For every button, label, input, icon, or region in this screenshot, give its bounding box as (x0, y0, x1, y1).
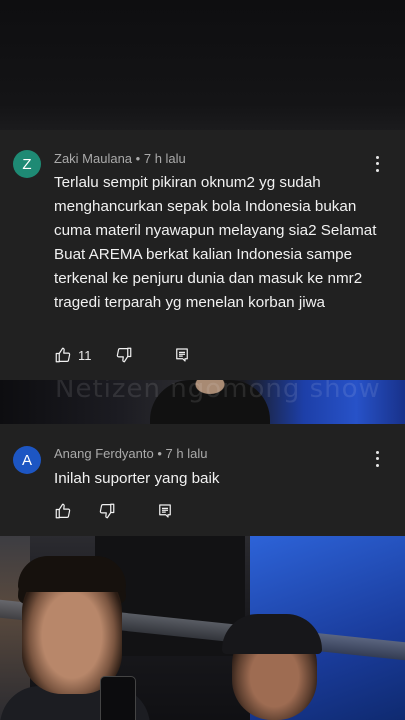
comment-card: A Anang Ferdyanto • 7 h lalu Inilah supo… (0, 424, 405, 536)
avatar-letter: Z (22, 155, 32, 173)
comment-card: Z Zaki Maulana • 7 h lalu Terlalu sempit… (0, 130, 405, 380)
comment-text: Terlalu sempit pikiran oknum2 yg sudah m… (54, 174, 377, 311)
like-count: 11 (78, 347, 92, 363)
comment-actions: 11 (54, 345, 191, 365)
video-background-bottom (0, 536, 405, 720)
comment-actions (54, 501, 174, 521)
dislike-button[interactable] (98, 502, 116, 520)
avatar-letter: A (21, 451, 32, 469)
phone-in-hand (100, 676, 136, 720)
comment-meta: Zaki Maulana • 7 h lalu (54, 151, 186, 166)
avatar[interactable]: Z (13, 150, 41, 178)
dislike-button[interactable] (115, 346, 133, 364)
thumb-up-icon (55, 347, 71, 363)
second-person-cap (222, 614, 322, 654)
video-background-top (0, 0, 405, 130)
watermark-text: Netizen ngomong show (55, 380, 381, 404)
thumb-up-icon (55, 503, 71, 519)
reply-icon (159, 504, 171, 518)
meta-separator: • (157, 446, 162, 461)
comment-time: 7 h lalu (165, 446, 208, 461)
thumb-down-icon (99, 503, 115, 519)
comment-author[interactable]: Zaki Maulana (54, 151, 132, 166)
comment-time: 7 h lalu (143, 151, 186, 166)
reply-button[interactable] (156, 502, 174, 520)
reply-button[interactable] (173, 346, 191, 364)
comment-author[interactable]: Anang Ferdyanto (54, 446, 154, 461)
reply-icon (175, 348, 188, 362)
like-button[interactable]: 11 (54, 346, 92, 364)
more-vert-icon[interactable] (371, 449, 383, 469)
comment-text: Inilah suporter yang baik (54, 470, 220, 487)
video-background-middle: Netizen ngomong show (0, 380, 405, 424)
thumb-down-icon (116, 347, 131, 363)
meta-separator: • (135, 151, 141, 166)
comment-meta: Anang Ferdyanto • 7 h lalu (54, 446, 207, 461)
avatar[interactable]: A (13, 446, 41, 474)
like-button[interactable] (54, 502, 72, 520)
foreground-person-hair-top (18, 556, 126, 592)
